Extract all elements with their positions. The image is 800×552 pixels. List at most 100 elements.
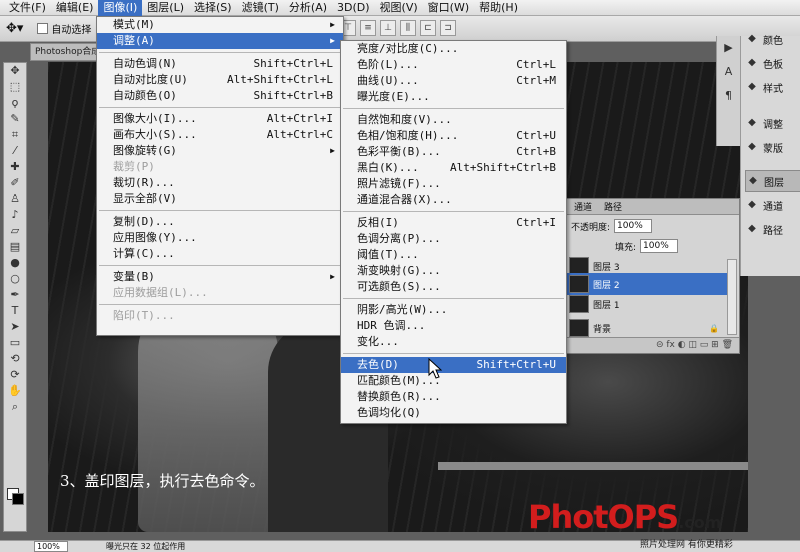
- menu-item[interactable]: 色相/饱和度(H)... Ctrl+U: [341, 128, 566, 144]
- 3d-rotate-icon[interactable]: ⟲: [4, 351, 26, 367]
- menu-item[interactable]: 替换颜色(R)...: [341, 389, 566, 405]
- menu-item[interactable]: 黑白(K)... Alt+Shift+Ctrl+B: [341, 160, 566, 176]
- character-icon[interactable]: A: [717, 60, 740, 84]
- menu-item[interactable]: 照片滤镜(F)...: [341, 176, 566, 192]
- dodge-icon[interactable]: ○: [4, 271, 26, 287]
- tab-channels[interactable]: 通道: [571, 200, 595, 213]
- shape-icon[interactable]: ▭: [4, 335, 26, 351]
- history-brush-icon[interactable]: ♪: [4, 207, 26, 223]
- menu-3[interactable]: 图层(L): [142, 0, 189, 16]
- panel-paths[interactable]: ◆ 路径: [745, 218, 800, 240]
- type-icon[interactable]: T: [4, 303, 26, 319]
- menu-item[interactable]: 自动对比度(U) Alt+Shift+Ctrl+L: [97, 72, 343, 88]
- menu-separator: [343, 353, 564, 354]
- panel-color[interactable]: ◆ 颜色: [745, 28, 800, 50]
- menu-item[interactable]: 亮度/对比度(C)...: [341, 41, 566, 57]
- path-select-icon[interactable]: ➤: [4, 319, 26, 335]
- menu-item[interactable]: 显示全部(V): [97, 191, 343, 207]
- hand-icon[interactable]: ✋: [4, 383, 26, 399]
- menu-item[interactable]: 色调分离(P)...: [341, 231, 566, 247]
- layer-row[interactable]: 背景 🔒: [567, 317, 727, 339]
- panel-swatches[interactable]: ◆ 色板: [745, 52, 800, 74]
- menu-8[interactable]: 视图(V): [375, 0, 423, 16]
- menu-item[interactable]: 图像大小(I)... Alt+Ctrl+I: [97, 111, 343, 127]
- layers-scrollbar[interactable]: [727, 259, 737, 335]
- menu-item[interactable]: 阈值(T)...: [341, 247, 566, 263]
- auto-select-checkbox[interactable]: [37, 23, 49, 34]
- menu-1[interactable]: 编辑(E): [51, 0, 99, 16]
- menu-item-label: 阈值(T)...: [357, 248, 419, 261]
- menu-item[interactable]: 去色(D) Shift+Ctrl+U: [341, 357, 566, 373]
- menu-item[interactable]: 自动颜色(O) Shift+Ctrl+B: [97, 88, 343, 104]
- marquee-icon[interactable]: ⬚: [4, 79, 26, 95]
- gradient-icon[interactable]: ▤: [4, 239, 26, 255]
- menu-6[interactable]: 分析(A): [284, 0, 332, 16]
- brush-icon[interactable]: ✐: [4, 175, 26, 191]
- align-center-icon[interactable]: ≡: [360, 20, 376, 36]
- menu-item[interactable]: HDR 色调...: [341, 318, 566, 334]
- menu-item[interactable]: 匹配颜色(M)...: [341, 373, 566, 389]
- fill-input[interactable]: 100%: [640, 239, 679, 253]
- blur-icon[interactable]: ●: [4, 255, 26, 271]
- menu-item[interactable]: 画布大小(S)... Alt+Ctrl+C: [97, 127, 343, 143]
- menu-10[interactable]: 帮助(H): [474, 0, 523, 16]
- menu-item[interactable]: 通道混合器(X)...: [341, 192, 566, 208]
- healing-icon[interactable]: ✚: [4, 159, 26, 175]
- menu-item[interactable]: 变量(B) ▶: [97, 269, 343, 285]
- menu-7[interactable]: 3D(D): [332, 0, 375, 16]
- menu-item[interactable]: 图像旋转(G) ▶: [97, 143, 343, 159]
- menu-2[interactable]: 图像(I): [98, 0, 143, 16]
- align-bottom-icon[interactable]: ⊥: [380, 20, 396, 36]
- menu-item[interactable]: 曲线(U)... Ctrl+M: [341, 73, 566, 89]
- menu-item[interactable]: 模式(M) ▶: [97, 17, 343, 33]
- menu-item[interactable]: 自动色调(N) Shift+Ctrl+L: [97, 56, 343, 72]
- zoom-level[interactable]: 100%: [34, 541, 68, 552]
- menu-item[interactable]: 计算(C)...: [97, 246, 343, 262]
- zoom-icon[interactable]: ⌕: [4, 399, 26, 415]
- menu-item[interactable]: 可选颜色(S)...: [341, 279, 566, 295]
- panel-layers[interactable]: ◆ 图层: [745, 170, 800, 192]
- menu-item[interactable]: 应用图像(Y)...: [97, 230, 343, 246]
- panel-styles[interactable]: ◆ 样式: [745, 76, 800, 98]
- lasso-icon[interactable]: ϙ: [4, 95, 26, 111]
- menu-4[interactable]: 选择(S): [189, 0, 237, 16]
- menu-item[interactable]: 自然饱和度(V)...: [341, 112, 566, 128]
- distribute-icon[interactable]: ⫼: [400, 20, 416, 36]
- background-color-swatch[interactable]: [12, 493, 24, 505]
- layer-row[interactable]: 图层 2: [567, 273, 727, 295]
- menu-item[interactable]: 反相(I) Ctrl+I: [341, 215, 566, 231]
- history-icon[interactable]: ▶: [717, 36, 740, 60]
- stamp-icon[interactable]: ♙: [4, 191, 26, 207]
- menu-5[interactable]: 滤镜(T): [237, 0, 284, 16]
- menu-item[interactable]: 渐变映射(G)...: [341, 263, 566, 279]
- panel-channels[interactable]: ◆ 通道: [745, 194, 800, 216]
- eraser-icon[interactable]: ▱: [4, 223, 26, 239]
- menu-item[interactable]: 变化...: [341, 334, 566, 350]
- panel-mask[interactable]: ◆ 蒙版: [745, 136, 800, 158]
- layer-name: 背景: [593, 324, 612, 335]
- eyedropper-icon[interactable]: ⁄: [4, 143, 26, 159]
- menu-item[interactable]: 色彩平衡(B)... Ctrl+B: [341, 144, 566, 160]
- pen-icon[interactable]: ✒: [4, 287, 26, 303]
- menu-item[interactable]: 调整(A) ▶: [97, 33, 343, 49]
- tab-paths[interactable]: 路径: [601, 200, 625, 213]
- layer-row[interactable]: 图层 1: [567, 293, 727, 315]
- menu-item[interactable]: 阴影/高光(W)...: [341, 302, 566, 318]
- move-tool-icon[interactable]: ✥▾: [6, 21, 23, 36]
- align-right-icon[interactable]: ⊐: [440, 20, 456, 36]
- panel-adjust[interactable]: ◆ 调整: [745, 112, 800, 134]
- menu-item[interactable]: 曝光度(E)...: [341, 89, 566, 105]
- crop-icon[interactable]: ⌗: [4, 127, 26, 143]
- menu-item[interactable]: 复制(D)...: [97, 214, 343, 230]
- 3d-camera-icon[interactable]: ⟳: [4, 367, 26, 383]
- paragraph-icon[interactable]: ¶: [717, 84, 740, 108]
- menu-9[interactable]: 窗口(W): [423, 0, 474, 16]
- quick-select-icon[interactable]: ✎: [4, 111, 26, 127]
- menu-0[interactable]: 文件(F): [4, 0, 51, 16]
- opacity-input[interactable]: 100%: [614, 219, 653, 233]
- menu-item[interactable]: 色阶(L)... Ctrl+L: [341, 57, 566, 73]
- move-icon[interactable]: ✥: [4, 63, 26, 79]
- menu-item[interactable]: 裁切(R)...: [97, 175, 343, 191]
- menu-item[interactable]: 色调均化(Q): [341, 405, 566, 421]
- align-left-icon[interactable]: ⊏: [420, 20, 436, 36]
